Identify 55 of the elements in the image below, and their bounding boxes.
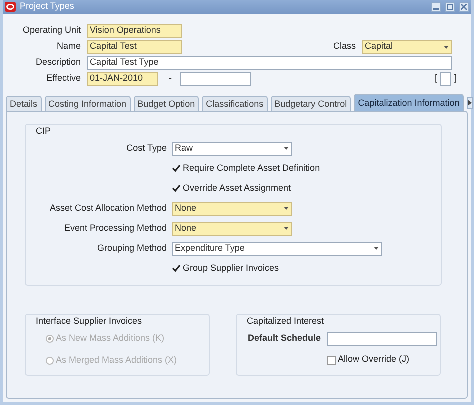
checkbox-label[interactable]: Override Asset Assignment xyxy=(183,182,292,196)
tab[interactable]: Budgetary Control xyxy=(270,96,352,111)
date-separator: - xyxy=(169,72,172,86)
caret-icon xyxy=(284,227,289,230)
dropdown-field[interactable]: Raw xyxy=(172,142,292,156)
tab[interactable]: Costing Information xyxy=(44,96,131,111)
close-button[interactable] xyxy=(459,2,469,12)
field-label: Asset Cost Allocation Method xyxy=(48,202,168,215)
checkmark-icon[interactable] xyxy=(172,184,181,193)
dropdown-field[interactable]: None xyxy=(172,222,292,236)
tab[interactable]: Capitalization Information xyxy=(354,94,464,111)
bracket: [ xyxy=(434,72,438,86)
maximize-button[interactable] xyxy=(445,2,455,12)
window-title: Project Types xyxy=(20,0,76,14)
field-label: Grouping Method xyxy=(96,242,168,255)
tab[interactable]: Details xyxy=(6,96,42,111)
input-field[interactable] xyxy=(180,72,251,86)
checkbox-label[interactable]: Require Complete Asset Definition xyxy=(183,162,320,176)
caret-icon xyxy=(284,147,289,150)
checkbox[interactable] xyxy=(327,356,336,364)
scroll-right-button[interactable] xyxy=(466,97,473,109)
arrow-right-icon xyxy=(468,100,472,106)
input-field[interactable]: Capital Test Type xyxy=(87,56,452,70)
input-field[interactable]: Capital Test xyxy=(87,40,182,54)
minimize-button[interactable] xyxy=(431,2,441,12)
field-label: Effective xyxy=(46,72,82,86)
checkbox-label[interactable]: Allow Override (J) xyxy=(338,353,410,367)
input-field[interactable]: 01-JAN-2010 xyxy=(87,72,158,86)
tab[interactable]: Classifications xyxy=(202,96,268,111)
flexfield-button[interactable] xyxy=(440,72,452,86)
tab[interactable]: Budget Option xyxy=(134,96,200,111)
group-title: Capitalized Interest xyxy=(245,314,326,328)
field-label: Default Schedule xyxy=(246,332,322,346)
maximize-icon xyxy=(447,4,453,10)
dropdown-field[interactable]: Capital xyxy=(362,40,452,54)
input-field[interactable] xyxy=(327,332,437,346)
checkmark-icon[interactable] xyxy=(172,264,181,273)
caret-icon xyxy=(284,207,289,210)
field-label: Cost Type xyxy=(126,142,168,155)
app-icon xyxy=(5,2,16,12)
dropdown-field[interactable]: None xyxy=(172,202,292,216)
dropdown-field[interactable]: Expenditure Type xyxy=(172,242,382,256)
checkbox-label[interactable]: Group Supplier Invoices xyxy=(183,262,280,276)
bracket: ] xyxy=(454,72,457,86)
field-label: Description xyxy=(34,56,82,70)
checkmark-icon[interactable] xyxy=(172,164,181,173)
field-label: Event Processing Method xyxy=(63,222,168,235)
field-label: Class xyxy=(333,40,357,54)
field-label: Operating Unit xyxy=(22,24,82,38)
input-field[interactable]: Vision Operations xyxy=(87,24,182,38)
caret-icon xyxy=(444,46,449,48)
field-label: Name xyxy=(56,40,82,54)
caret-icon xyxy=(374,247,379,250)
close-icon xyxy=(461,4,467,10)
group-title: Interface Supplier Invoices xyxy=(34,314,144,328)
